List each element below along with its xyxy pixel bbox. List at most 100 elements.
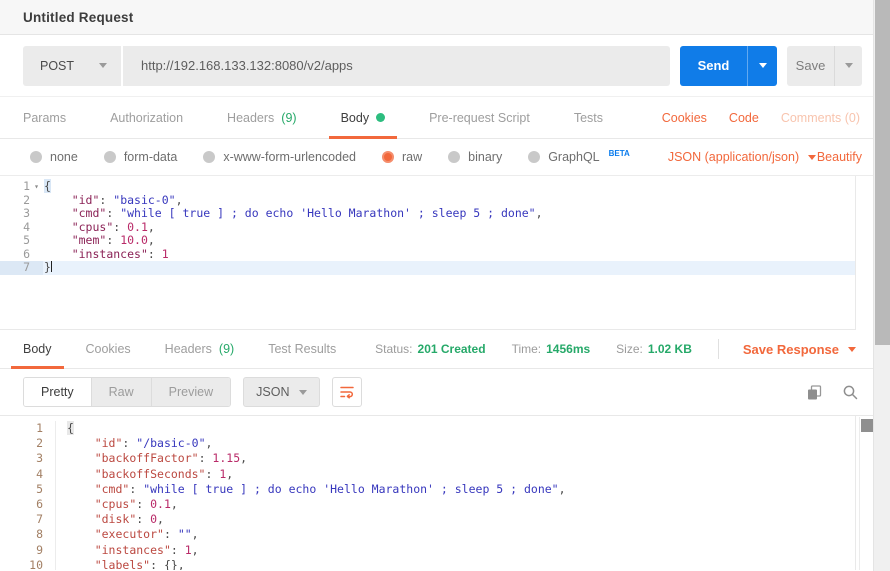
tab-params[interactable]: Params (23, 97, 66, 138)
code-line: 2 "id": "basic-0", (0, 194, 855, 208)
request-body-editor[interactable]: 1▾{2 "id": "basic-0",3 "cmd": "while [ t… (0, 176, 856, 330)
token: "while [ true ] ; do echo 'Hello Maratho… (143, 482, 558, 496)
tab-pre-request-script[interactable]: Pre-request Script (429, 97, 530, 138)
code-line: 6 "instances": 1 (0, 248, 855, 262)
tab-label: Headers (227, 111, 274, 125)
wrap-text-button[interactable] (332, 377, 362, 407)
token: , (157, 512, 164, 526)
token: "cmd" (72, 206, 107, 220)
line-number: 5 (0, 482, 43, 497)
code-content: "cpus": 0.1, (43, 221, 855, 235)
code-content: "executor": "", (67, 527, 855, 542)
main-scrollbar[interactable] (873, 0, 890, 571)
response-toolbar: PrettyRawPreview JSON (0, 369, 890, 415)
response-body-viewer[interactable]: 1{2 "id": "/basic-0",3 "backoffFactor": … (0, 416, 856, 570)
token: : (171, 543, 185, 557)
line-number: 2 (0, 194, 30, 208)
token: 1.15 (212, 451, 240, 465)
cookies-link[interactable]: Cookies (662, 111, 707, 125)
view-pretty[interactable]: Pretty (24, 378, 92, 406)
token: , (192, 543, 199, 557)
tab-label: Tests (574, 111, 603, 125)
radio-raw[interactable]: raw (382, 150, 422, 164)
token (44, 220, 72, 234)
text-cursor (51, 261, 52, 272)
divider (718, 339, 719, 359)
token: : (199, 451, 213, 465)
tab-authorization[interactable]: Authorization (110, 97, 183, 138)
response-tab-body[interactable]: Body (23, 330, 52, 368)
tab-body[interactable]: Body (341, 97, 386, 138)
save-options-button[interactable] (834, 46, 862, 86)
method-select[interactable]: POST (23, 46, 123, 86)
code-content: "instances": 1, (67, 543, 855, 558)
size-label: Size: (616, 342, 643, 356)
search-response-button[interactable] (840, 382, 860, 402)
radio-graphql[interactable]: GraphQLBETA (528, 150, 630, 164)
response-scrollbar[interactable] (859, 417, 873, 570)
copy-response-button[interactable] (804, 382, 824, 402)
wrap-text-icon (339, 384, 355, 400)
tab-headers[interactable]: Headers(9) (227, 97, 297, 138)
save-response-label: Save Response (743, 342, 839, 357)
code-content: { (67, 421, 855, 436)
token: "backoffSeconds" (95, 467, 206, 481)
radio-binary[interactable]: binary (448, 150, 502, 164)
code-line: 6 "cpus": 0.1, (0, 497, 855, 512)
token: , (148, 233, 155, 247)
token: , (206, 436, 213, 450)
line-number: 9 (0, 543, 43, 558)
postman-window: Untitled Request POST http://192.168.133… (0, 0, 890, 571)
fold-slot (30, 194, 43, 208)
beautify-button[interactable]: Beautify (817, 150, 862, 164)
chevron-down-icon (845, 63, 853, 68)
response-tab-cookies[interactable]: Cookies (86, 330, 131, 368)
radio-x-www-form-urlencoded[interactable]: x-www-form-urlencoded (203, 150, 356, 164)
code-content: "cmd": "while [ true ] ; do echo 'Hello … (43, 207, 855, 221)
comments-0-link[interactable]: Comments (0) (781, 111, 860, 125)
tab-tests[interactable]: Tests (574, 97, 603, 138)
code-link[interactable]: Code (729, 111, 759, 125)
response-format-select[interactable]: JSON (243, 377, 320, 407)
code-line: 5 "mem": 10.0, (0, 234, 855, 248)
response-tab-headers[interactable]: Headers(9) (165, 330, 235, 368)
fold-toggle-icon[interactable]: ▾ (30, 180, 43, 194)
response-tool-icons (804, 382, 860, 402)
chevron-down-icon (99, 63, 107, 68)
code-content: "cmd": "while [ true ] ; do echo 'Hello … (67, 482, 855, 497)
main-scrollbar-thumb[interactable] (875, 0, 890, 345)
token: : (136, 497, 150, 511)
radio-none[interactable]: none (30, 150, 78, 164)
save-response-button[interactable]: Save Response (743, 342, 856, 357)
token (67, 558, 95, 570)
token: : (122, 436, 136, 450)
radio-form-data[interactable]: form-data (104, 150, 178, 164)
url-input[interactable]: http://192.168.133.132:8080/v2/apps (123, 46, 670, 86)
response-tab-test-results[interactable]: Test Results (268, 330, 336, 368)
line-number: 4 (0, 221, 30, 235)
radio-label: binary (468, 150, 502, 164)
status-value: 201 Created (418, 342, 486, 356)
token: : (205, 467, 219, 481)
radio-circle-icon (104, 151, 116, 163)
code-content: "id": "/basic-0", (67, 436, 855, 451)
token: , (536, 206, 543, 220)
body-type-row: none form-data x-www-form-urlencoded raw bin… (0, 139, 890, 176)
content-type-value: JSON (application/json) (668, 150, 799, 164)
view-preview[interactable]: Preview (152, 378, 230, 406)
view-raw[interactable]: Raw (92, 378, 152, 406)
radio-circle-icon (203, 151, 215, 163)
send-button[interactable]: Send (680, 46, 747, 86)
green-dot-icon (376, 113, 385, 122)
send-options-button[interactable] (747, 46, 777, 86)
token: { (67, 421, 74, 435)
save-button[interactable]: Save (787, 46, 834, 86)
content-type-select[interactable]: JSON (application/json) (668, 150, 816, 164)
code-content: "labels": {}, (67, 558, 855, 570)
token (67, 512, 95, 526)
gutter-separator (43, 421, 56, 436)
code-line: 7 "disk": 0, (0, 512, 855, 527)
response-scrollbar-thumb[interactable] (861, 419, 873, 432)
gutter-separator (43, 451, 56, 466)
chevron-down-icon (299, 390, 307, 395)
